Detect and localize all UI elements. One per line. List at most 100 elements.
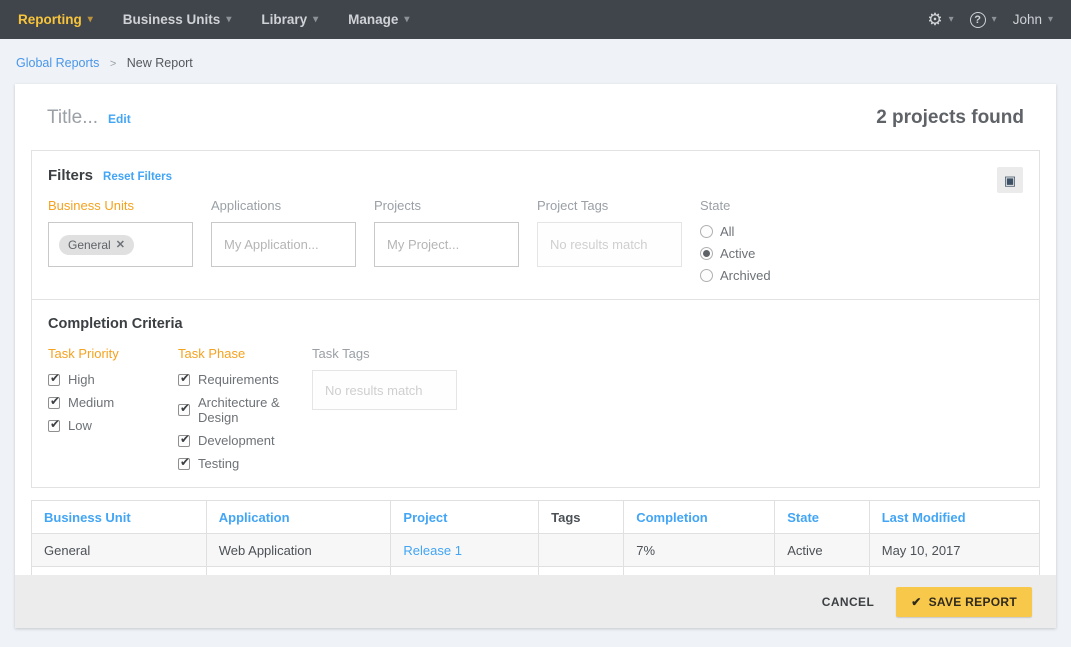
card-header: Title... Edit 2 projects found bbox=[15, 84, 1056, 129]
chevron-down-icon: ▾ bbox=[1048, 14, 1053, 25]
business-units-field: Business Units General ✕ bbox=[48, 198, 193, 283]
table-row: General Web Application Release 1 7% Act… bbox=[32, 534, 1040, 567]
projects-field: Projects bbox=[374, 198, 519, 283]
checkbox-checked-icon bbox=[178, 374, 190, 386]
projects-found-count: 2 projects found bbox=[876, 107, 1024, 129]
chevron-down-icon: ▾ bbox=[226, 14, 231, 25]
checkbox-label: Medium bbox=[68, 395, 114, 410]
help-icon: ? bbox=[970, 12, 986, 28]
chevron-down-icon: ▾ bbox=[88, 14, 93, 25]
chip-label: General bbox=[68, 238, 111, 252]
remove-chip-icon[interactable]: ✕ bbox=[116, 238, 125, 251]
save-report-label: SAVE REPORT bbox=[929, 595, 1017, 609]
breadcrumb-current: New Report bbox=[127, 56, 193, 70]
column-header-completion[interactable]: Completion bbox=[624, 501, 775, 534]
chip-general: General ✕ bbox=[59, 235, 134, 255]
nav-item-business-units[interactable]: Business Units ▾ bbox=[123, 12, 232, 27]
reset-filters-link[interactable]: Reset Filters bbox=[103, 171, 172, 183]
radio-icon bbox=[700, 225, 713, 238]
checkbox-low[interactable]: Low bbox=[48, 418, 178, 433]
edit-title-link[interactable]: Edit bbox=[108, 112, 131, 126]
radio-label: Archived bbox=[720, 268, 771, 283]
checkbox-label: Requirements bbox=[198, 372, 279, 387]
card-footer: CANCEL ✔ SAVE REPORT bbox=[15, 575, 1056, 628]
state-radio-active[interactable]: Active bbox=[700, 246, 771, 261]
task-priority-label: Task Priority bbox=[48, 346, 178, 361]
applications-field: Applications bbox=[211, 198, 356, 283]
cancel-button[interactable]: CANCEL bbox=[822, 595, 874, 609]
column-header-business-unit[interactable]: Business Unit bbox=[32, 501, 207, 534]
nav-reporting-label: Reporting bbox=[18, 12, 82, 27]
nav-item-reporting[interactable]: Reporting ▾ bbox=[18, 12, 93, 27]
applications-label: Applications bbox=[211, 198, 356, 213]
completion-criteria-section: Completion Criteria Task Priority High M… bbox=[32, 300, 1039, 487]
column-header-tags: Tags bbox=[539, 501, 624, 534]
user-name: John bbox=[1013, 12, 1042, 27]
column-header-state[interactable]: State bbox=[775, 501, 870, 534]
project-tags-field: Project Tags bbox=[537, 198, 682, 283]
breadcrumb: Global Reports > New Report bbox=[0, 39, 1071, 84]
nav-item-library[interactable]: Library ▾ bbox=[261, 12, 318, 27]
user-menu[interactable]: John ▾ bbox=[1013, 12, 1053, 27]
breadcrumb-separator: > bbox=[110, 58, 116, 70]
checkbox-medium[interactable]: Medium bbox=[48, 395, 178, 410]
cell-last-modified: May 10, 2017 bbox=[869, 534, 1039, 567]
collapse-icon: ▣ bbox=[1004, 174, 1016, 187]
checkbox-checked-icon bbox=[48, 397, 60, 409]
column-header-last-modified[interactable]: Last Modified bbox=[869, 501, 1039, 534]
main-menu: Reporting ▾ Business Units ▾ Library ▾ M… bbox=[18, 12, 439, 27]
radio-label: Active bbox=[720, 246, 755, 261]
projects-input[interactable] bbox=[374, 222, 519, 267]
nav-manage-label: Manage bbox=[348, 12, 398, 27]
top-navbar: Reporting ▾ Business Units ▾ Library ▾ M… bbox=[0, 0, 1071, 39]
checkbox-architecture-design[interactable]: Architecture & Design bbox=[178, 395, 312, 425]
column-header-application[interactable]: Application bbox=[206, 501, 391, 534]
check-icon: ✔ bbox=[911, 595, 921, 609]
report-title: Title... bbox=[47, 107, 98, 129]
state-radio-group: All Active Archived bbox=[700, 224, 771, 283]
chevron-down-icon: ▾ bbox=[949, 14, 954, 25]
task-phase-label: Task Phase bbox=[178, 346, 312, 361]
checkbox-requirements[interactable]: Requirements bbox=[178, 372, 312, 387]
cell-business-unit: General bbox=[32, 534, 207, 567]
cell-application: Web Application bbox=[206, 534, 391, 567]
filters-section: Filters Reset Filters Business Units Gen… bbox=[32, 151, 1039, 299]
collapse-filters-button[interactable]: ▣ bbox=[997, 167, 1023, 193]
checkbox-high[interactable]: High bbox=[48, 372, 178, 387]
cell-state: Active bbox=[775, 534, 870, 567]
task-phase-field: Task Phase Requirements Architecture & D… bbox=[178, 346, 312, 471]
radio-selected-icon bbox=[700, 247, 713, 260]
checkbox-checked-icon bbox=[48, 374, 60, 386]
checkbox-checked-icon bbox=[178, 435, 190, 447]
project-link[interactable]: Release 1 bbox=[403, 543, 462, 558]
chevron-down-icon: ▾ bbox=[313, 14, 318, 25]
applications-input[interactable] bbox=[211, 222, 356, 267]
task-priority-field: Task Priority High Medium Low bbox=[48, 346, 178, 471]
help-menu[interactable]: ? ▾ bbox=[970, 12, 997, 28]
business-units-input[interactable]: General ✕ bbox=[48, 222, 193, 267]
table-header-row: Business Unit Application Project Tags C… bbox=[32, 501, 1040, 534]
nav-item-manage[interactable]: Manage ▾ bbox=[348, 12, 409, 27]
projects-label: Projects bbox=[374, 198, 519, 213]
cell-completion: 7% bbox=[624, 534, 775, 567]
nav-business-units-label: Business Units bbox=[123, 12, 221, 27]
column-header-project[interactable]: Project bbox=[391, 501, 539, 534]
checkbox-label: Development bbox=[198, 433, 275, 448]
question-glyph: ? bbox=[974, 14, 981, 26]
breadcrumb-global-reports[interactable]: Global Reports bbox=[16, 56, 99, 70]
task-tags-label: Task Tags bbox=[312, 346, 457, 361]
filters-panel: ▣ Filters Reset Filters Business Units G… bbox=[31, 150, 1040, 488]
radio-label: All bbox=[720, 224, 734, 239]
filters-heading: Filters bbox=[48, 167, 93, 184]
navbar-right: ⚙ ▾ ? ▾ John ▾ bbox=[911, 11, 1053, 28]
business-units-label: Business Units bbox=[48, 198, 193, 213]
cell-project: Release 1 bbox=[391, 534, 539, 567]
state-radio-archived[interactable]: Archived bbox=[700, 268, 771, 283]
settings-menu[interactable]: ⚙ ▾ bbox=[927, 11, 953, 28]
task-tags-field: Task Tags bbox=[312, 346, 457, 471]
checkbox-development[interactable]: Development bbox=[178, 433, 312, 448]
save-report-button[interactable]: ✔ SAVE REPORT bbox=[896, 587, 1032, 617]
state-radio-all[interactable]: All bbox=[700, 224, 771, 239]
checkbox-testing[interactable]: Testing bbox=[178, 456, 312, 471]
chevron-down-icon: ▾ bbox=[404, 14, 409, 25]
